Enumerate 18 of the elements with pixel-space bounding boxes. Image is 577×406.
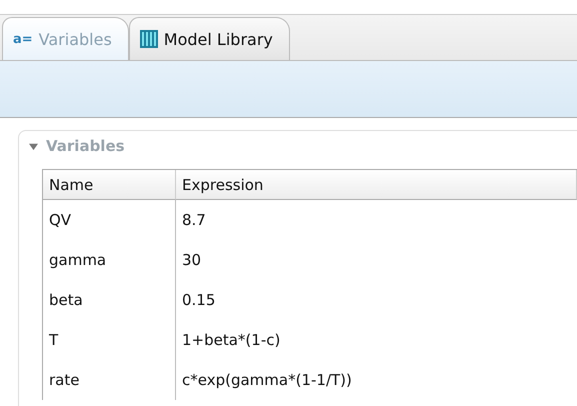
- caret-down-icon[interactable]: [29, 142, 38, 150]
- table-cell-text: 8.7: [181, 210, 207, 231]
- tab[interactable]: Model Library: [128, 17, 290, 60]
- table-cell: beta: [43, 280, 176, 320]
- column-header[interactable]: Name: [43, 170, 176, 200]
- table-cell: T: [43, 320, 176, 360]
- table-cell: gamma: [43, 240, 176, 280]
- table-cell-text: c*exp(gamma*(1-1/T)): [181, 370, 353, 391]
- section-title: Variables: [46, 137, 125, 155]
- variable-icon: a=: [13, 32, 33, 46]
- column-header[interactable]: Expression: [176, 170, 577, 200]
- table-cell-text: 30: [181, 250, 202, 271]
- tab[interactable]: a= Variables: [2, 17, 129, 60]
- table-cell: QV: [43, 200, 176, 240]
- library-icon: [140, 30, 158, 48]
- table-cell-text: 0.15: [181, 290, 216, 311]
- table-cell: rate: [43, 360, 176, 400]
- table-cell-text: 1+beta*(1-c): [181, 330, 282, 351]
